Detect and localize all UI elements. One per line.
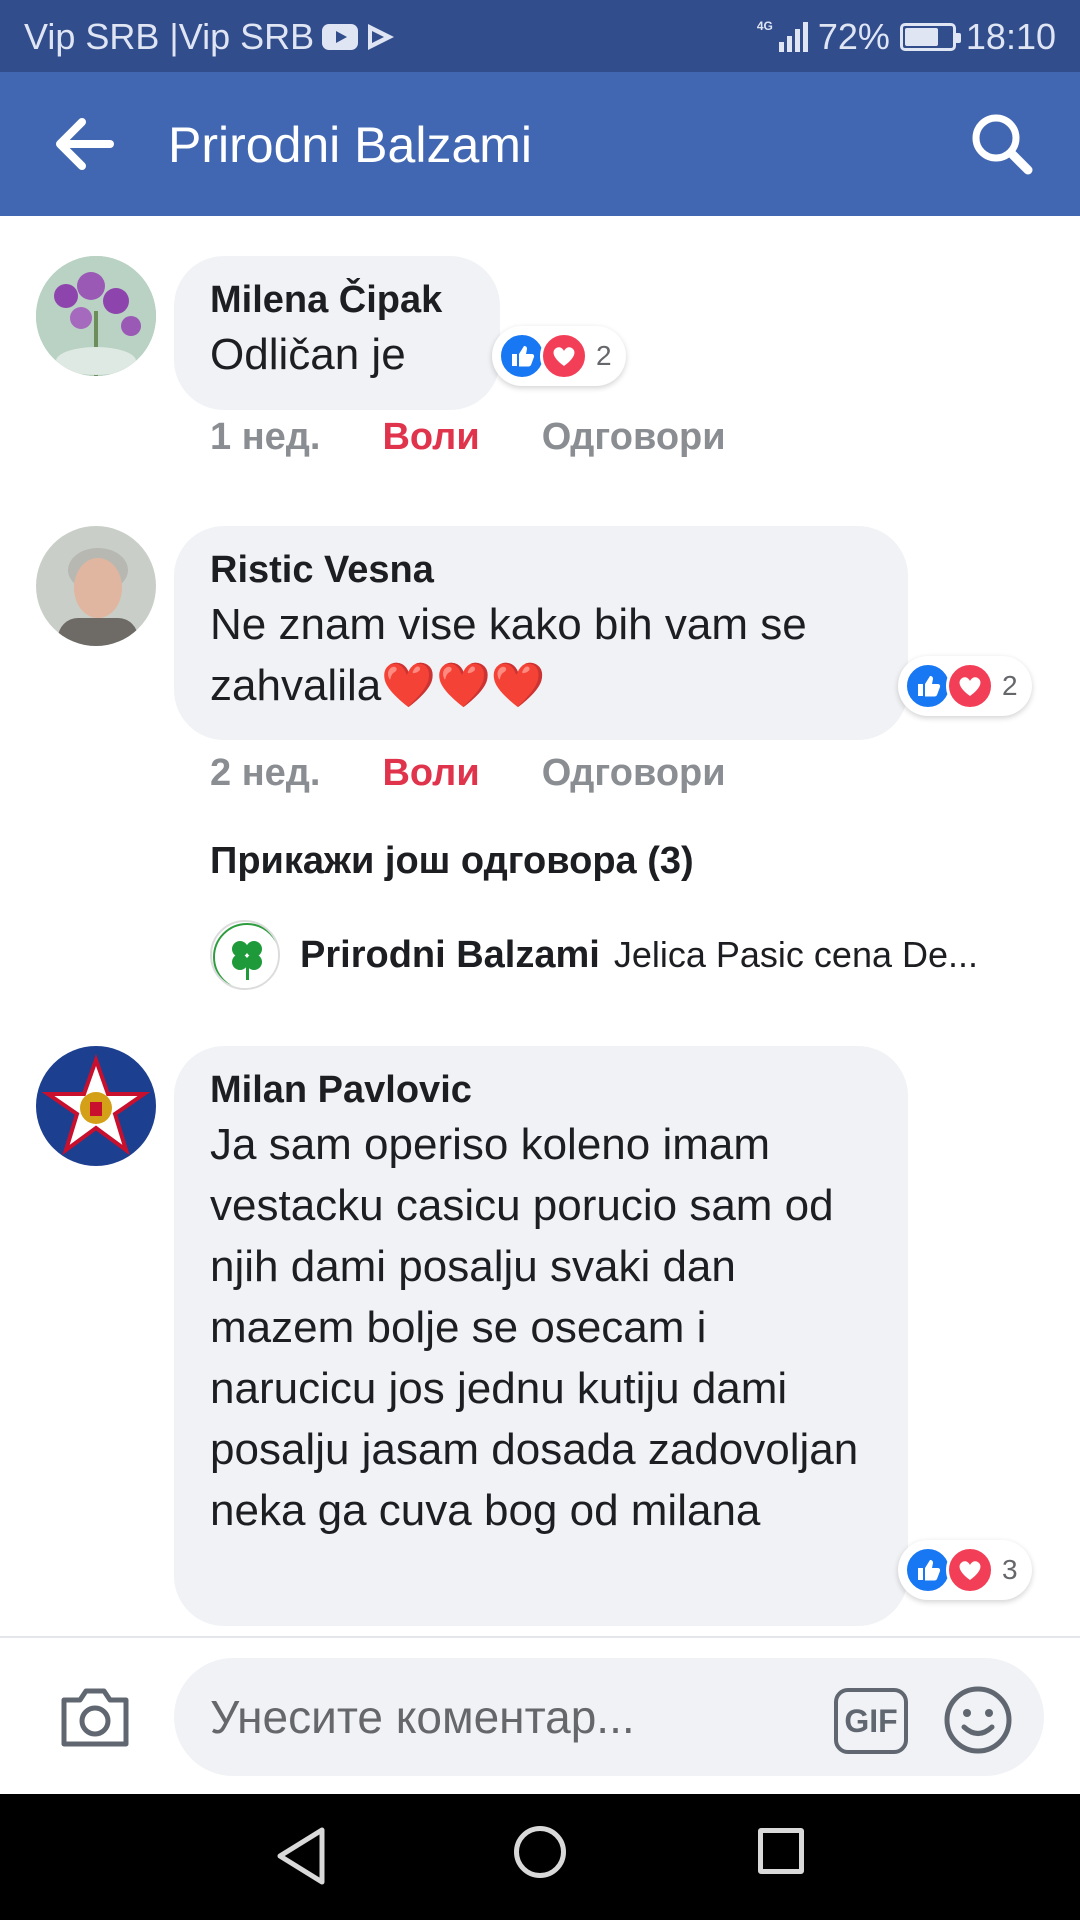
smiley-icon bbox=[944, 1686, 1012, 1754]
reactions-summary[interactable]: 2 bbox=[492, 326, 626, 386]
status-right: 4G 72% 18:10 bbox=[757, 16, 1056, 58]
comment-time[interactable]: 2 нед. bbox=[210, 752, 320, 795]
comment-time[interactable]: 1 нед. bbox=[210, 416, 320, 459]
like-button[interactable]: Воли bbox=[382, 752, 479, 795]
back-button[interactable] bbox=[48, 112, 120, 176]
avatar[interactable] bbox=[36, 1046, 156, 1166]
orchid-avatar-image bbox=[36, 256, 156, 376]
comment-bubble[interactable]: Ristic Vesna Ne znam vise kako bih vam s… bbox=[174, 526, 908, 740]
search-icon bbox=[972, 114, 1033, 175]
comment-text: Ne znam vise kako bih vam se zahvalila❤️… bbox=[210, 600, 807, 710]
nav-home-button[interactable] bbox=[514, 1826, 566, 1878]
signal-icon: 4G bbox=[756, 19, 808, 52]
more-replies-link[interactable]: Прикажи још одговора (3) bbox=[210, 840, 694, 883]
reaction-count: 2 bbox=[596, 340, 612, 371]
comment-text: Ja sam operiso koleno imam vestacku casi… bbox=[210, 1120, 859, 1535]
status-left: Vip SRB |Vip SRB bbox=[24, 16, 396, 58]
like-button[interactable]: Воли bbox=[382, 416, 479, 459]
triangle-back-icon bbox=[277, 1827, 325, 1885]
comment-bubble[interactable]: Milan Pavlovic Ja sam operiso koleno ima… bbox=[174, 1046, 908, 1626]
love-reaction-icon bbox=[540, 332, 588, 380]
gif-button[interactable]: GIF bbox=[834, 1688, 908, 1754]
carrier-label: Vip SRB |Vip SRB bbox=[24, 16, 315, 57]
status-bar: Vip SRB |Vip SRB 4G 72% 18:10 bbox=[0, 0, 1080, 72]
reply-author[interactable]: Prirodni Balzami bbox=[300, 934, 600, 977]
reactions-summary[interactable]: 2 bbox=[898, 656, 1032, 716]
reply-button[interactable]: Одговори bbox=[542, 752, 726, 795]
clock: 18:10 bbox=[965, 16, 1056, 57]
youtube-notification-icon bbox=[322, 24, 359, 50]
reply-preview[interactable]: Prirodni Balzami Jelica Pasic cena De... bbox=[210, 920, 978, 990]
like-reaction-icon bbox=[904, 1546, 952, 1594]
comments-list: Milena Čipak Odličan je 2 1 нед. Воли Од… bbox=[0, 216, 1080, 1636]
reaction-count: 3 bbox=[1002, 1554, 1018, 1585]
comment-author[interactable]: Milena Čipak bbox=[210, 276, 464, 324]
like-reaction-icon bbox=[498, 332, 546, 380]
emoji-button[interactable] bbox=[942, 1684, 1014, 1756]
nav-recent-apps-button[interactable] bbox=[758, 1828, 804, 1874]
comment-text: Odličan je bbox=[210, 330, 406, 379]
app-header: Prirodni Balzami bbox=[0, 72, 1080, 216]
love-reaction-icon bbox=[946, 662, 994, 710]
woman-avatar-image bbox=[36, 526, 156, 646]
comment-bubble[interactable]: Milena Čipak Odličan je bbox=[174, 256, 500, 410]
battery-icon bbox=[899, 23, 961, 51]
avatar[interactable] bbox=[36, 256, 156, 376]
avatar[interactable] bbox=[36, 526, 156, 646]
system-navigation-bar bbox=[0, 1794, 1080, 1920]
love-reaction-icon bbox=[946, 1546, 994, 1594]
reactions-summary[interactable]: 3 bbox=[898, 1540, 1032, 1600]
camera-button[interactable] bbox=[56, 1678, 134, 1756]
reply-button[interactable]: Одговори bbox=[542, 416, 726, 459]
russia-emblem-avatar-image bbox=[36, 1046, 156, 1166]
nav-back-button[interactable] bbox=[272, 1824, 332, 1888]
page-avatar bbox=[210, 920, 280, 990]
camera-icon bbox=[61, 1688, 129, 1747]
network-type-label: 4G bbox=[756, 19, 773, 33]
battery-percent: 72% bbox=[817, 16, 890, 57]
comment-author[interactable]: Milan Pavlovic bbox=[210, 1066, 872, 1114]
comment-actions: 1 нед. Воли Одговори bbox=[210, 416, 726, 459]
arrow-left-icon bbox=[56, 118, 114, 170]
play-store-notification-icon bbox=[366, 22, 396, 52]
search-button[interactable] bbox=[968, 110, 1036, 178]
reply-text: Jelica Pasic cena De... bbox=[613, 934, 979, 975]
comment-actions: 2 нед. Воли Одговори bbox=[210, 752, 726, 795]
clover-logo-icon bbox=[213, 923, 278, 988]
like-reaction-icon bbox=[904, 662, 952, 710]
comment-author[interactable]: Ristic Vesna bbox=[210, 546, 872, 594]
reaction-count: 2 bbox=[1002, 670, 1018, 701]
comment-input[interactable] bbox=[174, 1658, 1044, 1776]
page-title: Prirodni Balzami bbox=[168, 117, 533, 173]
comment-composer: GIF bbox=[0, 1636, 1080, 1794]
